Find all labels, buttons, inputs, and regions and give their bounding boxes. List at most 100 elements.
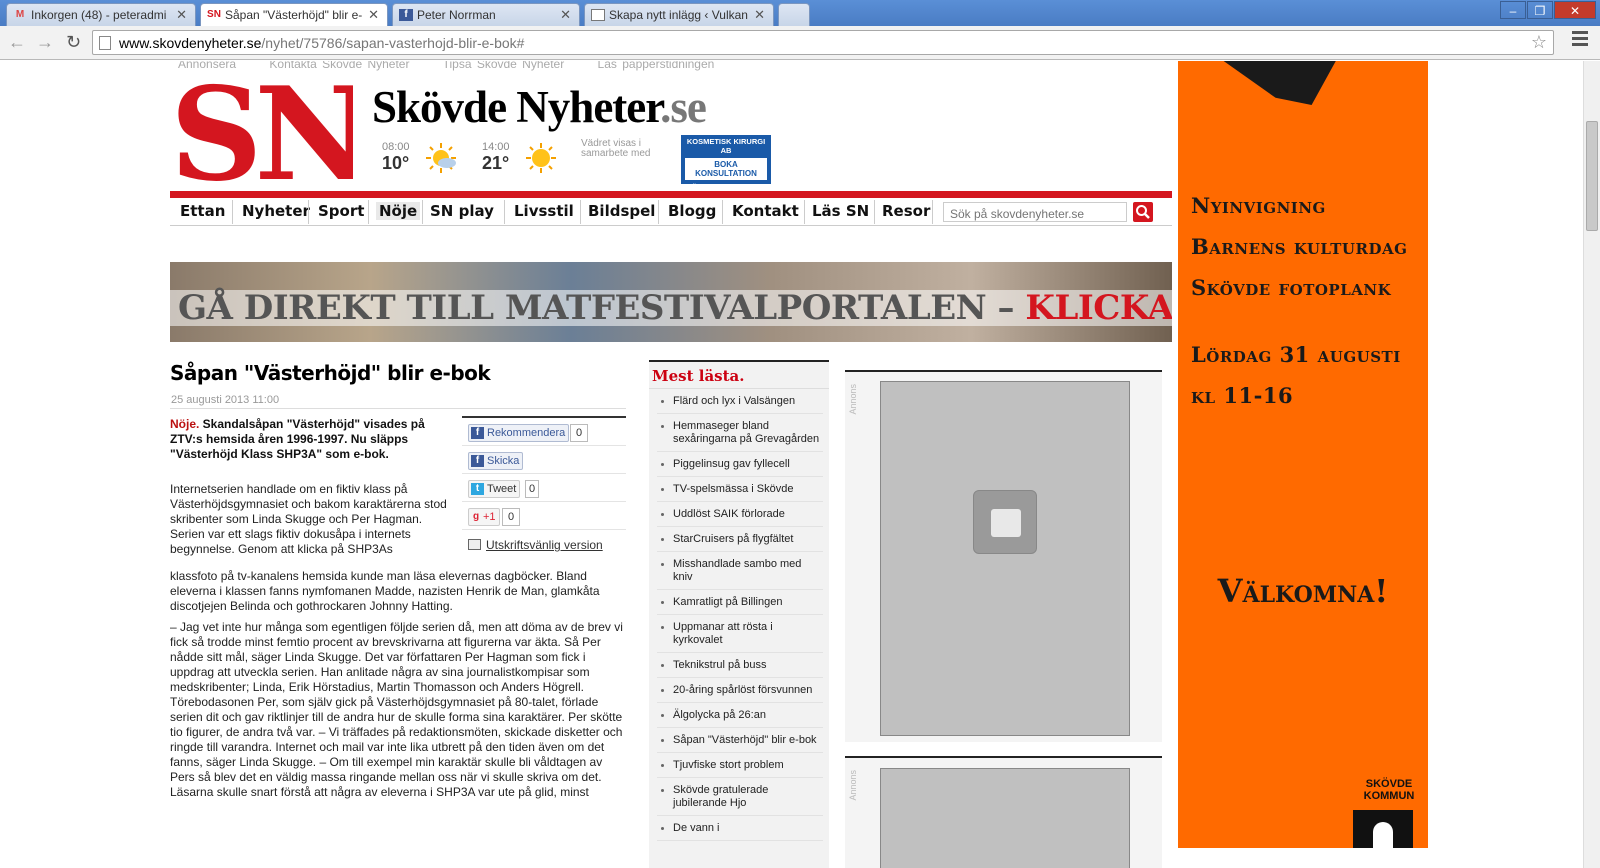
ad-line: kl 11-16: [1191, 383, 1294, 408]
list-item[interactable]: Kamratligt på Billingen: [657, 590, 823, 615]
site-name-text: Skövde Nyheter: [372, 82, 661, 132]
weather-sponsor-ad[interactable]: KOSMETISK KIRURGI AB BOKA KONSULTATION S…: [681, 135, 777, 192]
ad-label: Annons: [848, 384, 858, 415]
bookmark-star-icon[interactable]: ☆: [1531, 32, 1547, 53]
toplink-papperstidning[interactable]: Läs papperstidningen: [598, 61, 715, 71]
banner-text: GÅ DIREKT TILL MATFESTIVALPORTALEN – KLI…: [178, 288, 1172, 328]
ad-organization: SKÖVDE KOMMUN: [1363, 778, 1415, 802]
nav-kontakt[interactable]: Kontakt: [732, 202, 799, 220]
list-item[interactable]: Uppmanar att rösta i kyrkovalet: [657, 615, 823, 653]
ad-slot[interactable]: [880, 381, 1130, 736]
new-tab-button[interactable]: [778, 3, 810, 26]
nav-accent-bar: [170, 191, 1172, 198]
logo-text: SN: [170, 83, 353, 185]
toplink-annonsera[interactable]: Annonsera: [178, 61, 236, 71]
sn-favicon: SN: [207, 9, 221, 20]
list-item[interactable]: Skövde gratulerade jubilerande Hjo: [657, 778, 823, 816]
nav-las-sn[interactable]: Läs SN: [812, 202, 869, 220]
menu-icon[interactable]: [1572, 31, 1588, 49]
nav-sn-play[interactable]: SN play: [430, 202, 494, 220]
tweet-button[interactable]: t Tweet: [468, 480, 521, 498]
nav-noje[interactable]: Nöje: [376, 202, 421, 220]
forward-icon[interactable]: →: [36, 32, 54, 53]
ad-line: Barnens kulturdag: [1191, 234, 1408, 259]
article-title: Såpan "Västerhöjd" blir e-bok: [170, 361, 491, 385]
search-button[interactable]: [1133, 202, 1153, 222]
nav-livsstil[interactable]: Livsstil: [514, 202, 574, 220]
gmail-icon: M: [15, 9, 25, 20]
list-item[interactable]: TV-spelsmässa i Skövde: [657, 477, 823, 502]
ad-slot[interactable]: [880, 768, 1130, 868]
site-name-suffix: .se: [660, 82, 707, 132]
weather-time: 08:00: [382, 141, 410, 153]
ad-label: Annons: [848, 770, 858, 801]
nav-nyheter[interactable]: Nyheter: [242, 202, 310, 220]
main-nav: Ettan Nyheter Sport Nöje SN play Livssti…: [170, 198, 1172, 226]
toplink-tipsa[interactable]: Tipsa Skövde Nyheter: [443, 61, 565, 71]
article-paragraph: klassfoto på tv-kanalens hemsida kunde m…: [170, 569, 600, 613]
list-item[interactable]: Tjuvfiske stort problem: [657, 753, 823, 778]
matfestival-banner[interactable]: GÅ DIREKT TILL MATFESTIVALPORTALEN – KLI…: [170, 262, 1172, 342]
list-item[interactable]: Hemmaseger bland sexåringarna på Grevagå…: [657, 414, 823, 452]
search-input[interactable]: [943, 202, 1127, 222]
print-link[interactable]: Utskriftsvänlig version: [468, 538, 603, 552]
site-title[interactable]: Skövde Nyheter.se: [372, 81, 707, 133]
list-item[interactable]: Misshandlade sambo med kniv: [657, 552, 823, 590]
ad-box-1: Annons: [845, 370, 1162, 742]
list-item[interactable]: 20-åring spårlöst försvunnen: [657, 678, 823, 703]
tab-label: Skapa nytt inlägg ‹ Vulkan: [609, 8, 748, 22]
address-bar[interactable]: www.skovdenyheter.se/nyhet/75786/sapan-v…: [92, 30, 1554, 55]
nav-blogg[interactable]: Blogg: [668, 202, 716, 220]
top-links: Annonsera Kontakta Skövde Nyheter Tipsa …: [178, 61, 742, 71]
sn-logo[interactable]: SN: [170, 83, 353, 185]
browser-tab-gmail[interactable]: M Inkorgen (48) - peteradmi ✕: [6, 3, 196, 26]
weather-afternoon: 14:00 21°: [482, 141, 510, 174]
send-label: Skicka: [487, 455, 520, 467]
facebook-send-button[interactable]: f Skicka: [468, 452, 524, 470]
nav-sport[interactable]: Sport: [318, 202, 364, 220]
page-icon: [591, 9, 605, 21]
close-window-button[interactable]: ✕: [1554, 1, 1596, 19]
browser-tab-facebook[interactable]: f Peter Norrman ✕: [392, 3, 580, 26]
back-icon[interactable]: ←: [8, 32, 26, 53]
most-read-heading: Mest lästa.: [649, 362, 829, 389]
minimize-button[interactable]: –: [1500, 1, 1526, 19]
lead-text: Skandalsåpan "Västerhöjd" visades på ZTV…: [170, 417, 425, 461]
reload-icon[interactable]: ↻: [66, 32, 81, 53]
browser-tab-blog[interactable]: Skapa nytt inlägg ‹ Vulkan ✕: [584, 3, 774, 26]
tab-label: Peter Norrman: [417, 8, 496, 22]
list-item[interactable]: Uddlöst SAIK förlorade: [657, 502, 823, 527]
gplus-label: +1: [483, 511, 496, 523]
tab-label: Inkorgen (48) - peteradmi: [31, 8, 167, 22]
scrollbar-thumb[interactable]: [1586, 121, 1598, 231]
ad-line: Skövde fotoplank: [1191, 275, 1392, 300]
close-icon[interactable]: ✕: [368, 7, 379, 23]
list-item[interactable]: Piggelinsug gav fyllecell: [657, 452, 823, 477]
nav-bildspel[interactable]: Bildspel: [588, 202, 655, 220]
list-item[interactable]: Teknikstrul på buss: [657, 653, 823, 678]
maximize-button[interactable]: ❐: [1527, 1, 1553, 19]
list-item[interactable]: Såpan "Västerhöjd" blir e-bok: [657, 728, 823, 753]
nav-ettan[interactable]: Ettan: [180, 202, 225, 220]
list-item[interactable]: StarCruisers på flygfältet: [657, 527, 823, 552]
most-read-panel: Mest lästa. Flärd och lyx i Valsängen He…: [649, 360, 829, 868]
list-item[interactable]: Älgolycka på 26:an: [657, 703, 823, 728]
page-scrollbar[interactable]: [1583, 61, 1600, 868]
list-item[interactable]: Flärd och lyx i Valsängen: [657, 389, 823, 414]
article-category[interactable]: Nöje.: [170, 417, 199, 431]
skovde-kommun-ad[interactable]: Nyinvigning Barnens kulturdag Skövde fot…: [1178, 61, 1428, 848]
list-item[interactable]: De vann i: [657, 816, 823, 841]
browser-tab-article[interactable]: SN Såpan "Västerhöjd" blir e- ✕: [200, 3, 388, 27]
browser-toolbar: ← → ↻ www.skovdenyheter.se/nyhet/75786/s…: [0, 26, 1600, 60]
weather-temp: 10°: [382, 153, 410, 173]
weather-temp: 21°: [482, 153, 510, 173]
close-icon[interactable]: ✕: [176, 7, 187, 23]
close-icon[interactable]: ✕: [560, 7, 571, 23]
page-viewport: Annonsera Kontakta Skövde Nyheter Tipsa …: [0, 61, 1600, 868]
facebook-recommend-button[interactable]: f Rekommendera: [468, 424, 570, 442]
close-icon[interactable]: ✕: [754, 7, 765, 23]
toplink-kontakta[interactable]: Kontakta Skövde Nyheter: [269, 61, 409, 71]
nav-resor[interactable]: Resor: [882, 202, 930, 220]
google-plus-icon: g: [472, 511, 480, 522]
google-plus-one-button[interactable]: g +1: [468, 508, 500, 526]
